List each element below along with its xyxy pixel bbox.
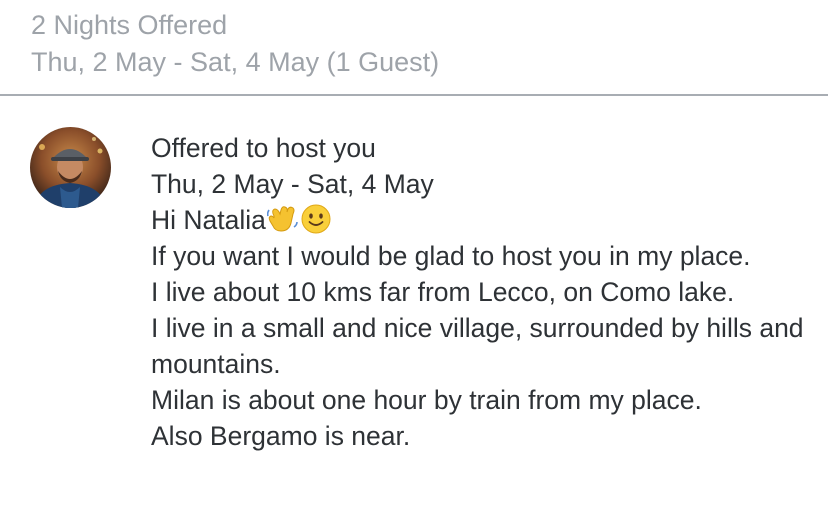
host-offer-message: Offered to host you Thu, 2 May - Sat, 4 …: [151, 130, 821, 454]
nights-offered-title: 2 Nights Offered: [31, 10, 228, 40]
offer-dates: Thu, 2 May - Sat, 4 May: [151, 169, 434, 199]
message-line: Also Bergamo is near.: [151, 421, 411, 451]
waving-hand-icon: [266, 204, 299, 234]
offer-status: Offered to host you: [151, 133, 376, 163]
host-avatar-icon: [30, 127, 111, 208]
greeting-line: Hi Natalia: [151, 202, 821, 238]
message-line: I live in a small and nice village, surr…: [151, 313, 804, 379]
message-line: Milan is about one hour by train from my…: [151, 385, 702, 415]
host-avatar[interactable]: [30, 127, 111, 208]
offer-header: 2 Nights Offered Thu, 2 May - Sat, 4 May…: [0, 0, 828, 96]
stay-dates-summary: Thu, 2 May - Sat, 4 May (1 Guest): [31, 47, 440, 77]
message-line: If you want I would be glad to host you …: [151, 241, 751, 271]
greeting-text: Hi Natalia: [151, 205, 266, 235]
slightly-smiling-face-icon: [300, 204, 332, 234]
message-line: I live about 10 kms far from Lecco, on C…: [151, 277, 735, 307]
